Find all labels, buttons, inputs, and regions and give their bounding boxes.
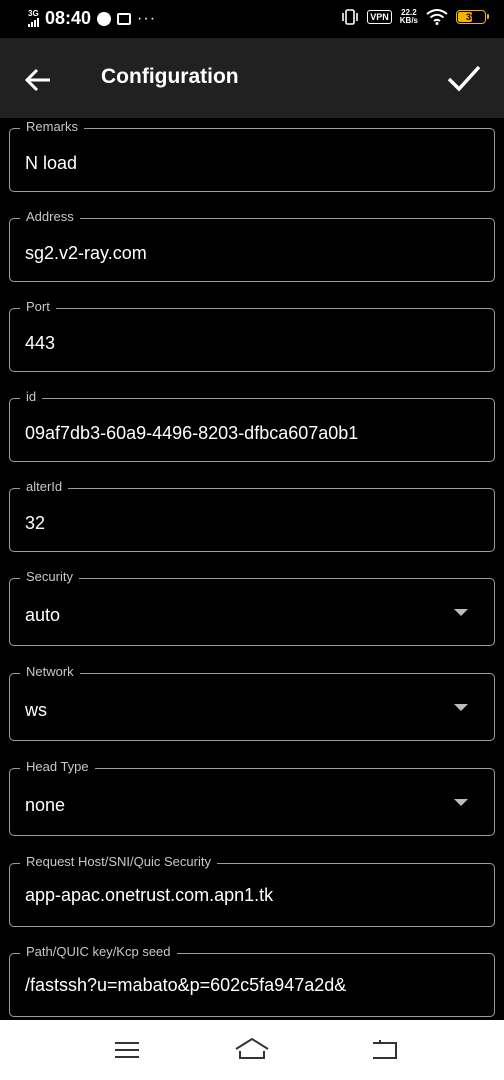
menu-icon xyxy=(115,1042,139,1058)
back-icon xyxy=(373,1040,397,1059)
alterid-field[interactable]: alterId 32 xyxy=(9,479,495,552)
path-label: Path/QUIC key/Kcp seed xyxy=(20,944,177,960)
network-value: ws xyxy=(25,700,47,720)
status-time: 08:40 xyxy=(45,8,92,28)
save-button[interactable] xyxy=(444,58,484,98)
signal-icon: 3G xyxy=(28,10,39,27)
id-value: 09af7db3-60a9-4496-8203-dfbca607a0b1 xyxy=(25,423,359,443)
caret-down-icon xyxy=(454,704,468,711)
head-type-value: none xyxy=(25,795,66,815)
network-type: 3G xyxy=(28,9,39,18)
address-label: Address xyxy=(20,209,80,225)
id-label: id xyxy=(20,389,43,405)
back-button[interactable] xyxy=(18,60,58,100)
network-speed: 22.2 KB/s xyxy=(400,9,418,25)
alterid-value: 32 xyxy=(25,513,46,533)
alterid-label: alterId xyxy=(20,479,69,495)
system-nav-bar xyxy=(0,1020,504,1080)
port-field[interactable]: Port 443 xyxy=(9,299,495,372)
request-host-field[interactable]: Request Host/SNI/Quic Security app-apac.… xyxy=(9,854,495,927)
caret-down-icon xyxy=(454,799,468,806)
network-select[interactable]: Network ws xyxy=(9,664,495,741)
home-button[interactable] xyxy=(234,1036,270,1064)
arrow-left-icon xyxy=(24,68,50,92)
speed-unit: KB/s xyxy=(399,16,418,25)
head-type-select[interactable]: Head Type none xyxy=(9,759,495,836)
notification-icon xyxy=(117,12,132,25)
security-value: auto xyxy=(25,605,61,625)
page-title: Configuration xyxy=(101,65,239,88)
more-notifications: ··· xyxy=(137,9,157,27)
request-host-label: Request Host/SNI/Quic Security xyxy=(20,854,217,870)
security-label: Security xyxy=(20,569,79,585)
status-bar: 3G 08:40 ··· VPN 22.2 KB/s 39 xyxy=(0,0,504,38)
vibrate-icon xyxy=(342,9,359,25)
path-value: /fastssh?u=mabato&p=602c5fa947a2d& xyxy=(25,975,347,995)
battery-level: 39 xyxy=(465,12,476,22)
battery-icon: 39 xyxy=(456,10,489,24)
port-value: 443 xyxy=(25,333,56,353)
home-icon xyxy=(235,1037,269,1059)
remarks-field[interactable]: Remarks N load xyxy=(9,119,495,192)
vpn-badge: VPN xyxy=(367,10,392,24)
remarks-value: N load xyxy=(25,153,78,173)
caret-down-icon xyxy=(454,609,468,616)
menu-button[interactable] xyxy=(112,1036,142,1064)
messenger-icon xyxy=(97,11,112,26)
toolbar: Configuration xyxy=(0,38,504,118)
head-type-label: Head Type xyxy=(20,759,95,775)
security-select[interactable]: Security auto xyxy=(9,569,495,646)
remarks-label: Remarks xyxy=(20,119,85,135)
address-value: sg2.v2-ray.com xyxy=(25,243,147,263)
request-host-value: app-apac.onetrust.com.apn1.tk xyxy=(25,885,274,905)
wifi-icon xyxy=(426,9,448,25)
back-nav-button[interactable] xyxy=(370,1036,400,1064)
address-field[interactable]: Address sg2.v2-ray.com xyxy=(9,209,495,282)
check-icon xyxy=(447,65,481,92)
path-field[interactable]: Path/QUIC key/Kcp seed /fastssh?u=mabato… xyxy=(9,944,495,1017)
port-label: Port xyxy=(20,299,56,315)
id-field[interactable]: id 09af7db3-60a9-4496-8203-dfbca607a0b1 xyxy=(9,389,495,462)
network-label: Network xyxy=(20,664,80,680)
